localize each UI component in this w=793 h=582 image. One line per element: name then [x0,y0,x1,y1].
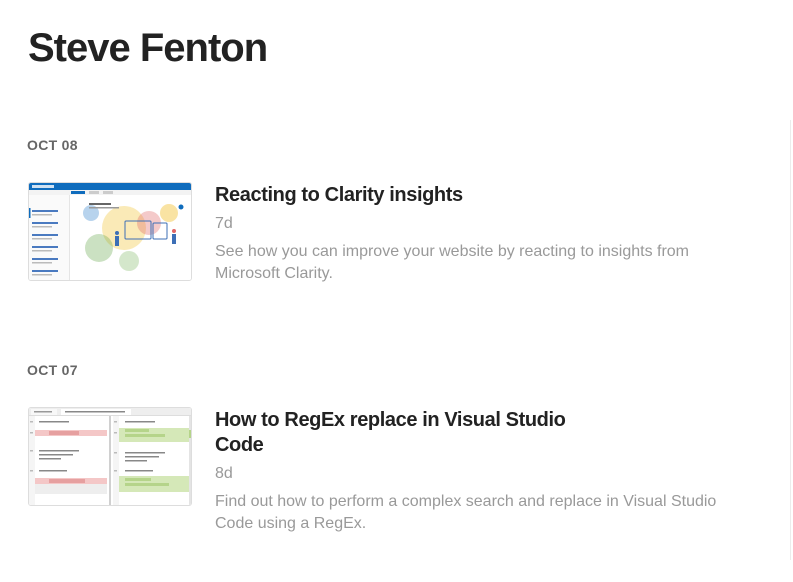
date-heading: OCT 08 [27,137,78,153]
post-description: Find out how to perform a complex search… [215,493,717,532]
post-description: See how you can improve your website by … [215,243,690,282]
post-thumbnail-vscode[interactable] [28,407,192,506]
post-age: 8d [215,465,233,482]
post-title-link[interactable]: How to RegEx replace in Visual Studio Co… [215,408,575,458]
post-title-link[interactable]: Reacting to Clarity insights [215,183,575,208]
date-heading: OCT 07 [27,362,78,378]
post-thumbnail-clarity[interactable] [28,182,192,281]
content-right-border [790,120,791,560]
post-age: 7d [215,215,233,232]
site-title[interactable]: Steve Fenton [28,24,268,72]
